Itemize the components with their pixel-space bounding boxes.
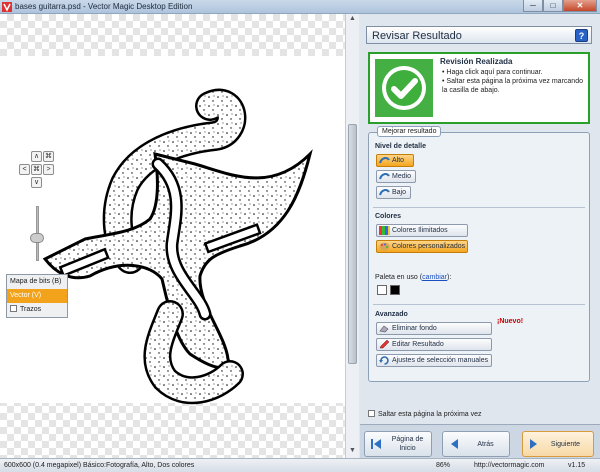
manual-segmentation-label: Ajustes de selección manuales xyxy=(392,357,489,364)
unlimited-colors-label: Colores Ilimitados xyxy=(392,227,448,234)
home-page-label: Página de Inicio xyxy=(391,436,424,452)
pan-left-button[interactable]: < xyxy=(19,164,30,175)
palette-prefix: Paleta en uso ( xyxy=(375,274,423,281)
detail-high-button[interactable]: Alto xyxy=(376,154,414,167)
center-view-button[interactable]: ⌘ xyxy=(31,164,42,175)
review-bullet: Haga click aquí para continuar. xyxy=(442,68,590,77)
status-url[interactable]: http://vectormagic.com xyxy=(474,459,544,472)
strokes-label: Trazos xyxy=(20,306,42,313)
detail-medium-icon xyxy=(379,173,390,180)
back-button[interactable]: Atrás xyxy=(442,431,510,457)
wizard-navigation: Página de Inicio Atrás Siguiente xyxy=(360,424,600,458)
strokes-toggle[interactable]: Trazos xyxy=(7,303,67,317)
strokes-checkbox[interactable] xyxy=(10,305,17,312)
detail-level-heading: Nivel de detalle xyxy=(375,143,426,150)
title-bar: bases guitarra.psd - Vector Magic Deskto… xyxy=(0,0,600,14)
pan-right-button[interactable]: > xyxy=(43,164,54,175)
zoom-slider-thumb[interactable] xyxy=(30,233,44,243)
fit-view-button[interactable]: ⌘ xyxy=(43,151,54,162)
detail-low-button[interactable]: Bajo xyxy=(376,186,411,199)
change-palette-link[interactable]: cambiar xyxy=(422,274,447,281)
detail-high-label: Alto xyxy=(392,157,405,164)
maximize-button[interactable]: □ xyxy=(543,0,563,12)
help-icon[interactable]: ? xyxy=(575,29,588,42)
pan-down-button[interactable]: ∨ xyxy=(31,177,42,188)
pencil-icon xyxy=(379,340,390,349)
review-panel: Revisar Resultado ? Revisión Realizada H… xyxy=(360,14,600,458)
guitar-vector-result xyxy=(42,88,313,405)
canvas-vertical-scrollbar[interactable]: ▲ ▼ xyxy=(345,14,359,458)
palette-in-use: Paleta en uso (cambiar): xyxy=(375,274,451,281)
scroll-up-arrow-icon[interactable]: ▲ xyxy=(348,15,357,25)
edit-result-label: Editar Resultado xyxy=(392,341,444,348)
back-label: Atrás xyxy=(477,441,494,448)
review-bullet: Saltar esta página la próxima vez marcan… xyxy=(442,77,590,95)
divider xyxy=(373,207,585,208)
window-title: bases guitarra.psd - Vector Magic Deskto… xyxy=(15,2,193,11)
rainbow-palette-icon xyxy=(379,226,390,235)
edit-result-button[interactable]: Editar Resultado xyxy=(376,338,492,351)
view-mode-selector: Mapa de bits (B) Vector (V) Trazos xyxy=(6,274,68,318)
scroll-down-arrow-icon[interactable]: ▼ xyxy=(348,447,357,457)
vector-magic-app-icon xyxy=(2,2,12,12)
review-done-box[interactable]: Revisión Realizada Haga click aquí para … xyxy=(368,52,590,124)
palette-swatch-black xyxy=(390,285,400,295)
review-heading: Revisión Realizada xyxy=(440,57,513,66)
panel-header: Revisar Resultado ? xyxy=(366,26,592,44)
pan-up-button[interactable]: ∧ xyxy=(31,151,42,162)
panel-title: Revisar Resultado xyxy=(372,30,462,42)
next-button[interactable]: Siguiente xyxy=(522,431,594,457)
view-mode-vector[interactable]: Vector (V) xyxy=(7,289,67,303)
scrollbar-thumb[interactable] xyxy=(348,124,357,364)
next-label: Siguiente xyxy=(550,441,581,448)
advanced-heading: Avanzado xyxy=(375,311,408,318)
back-arrow-icon xyxy=(451,439,458,449)
colors-heading: Colores xyxy=(375,213,402,220)
remove-background-label: Eliminar fondo xyxy=(392,325,437,332)
remove-background-button[interactable]: Eliminar fondo xyxy=(376,322,492,335)
image-canvas[interactable] xyxy=(0,14,345,458)
detail-high-icon xyxy=(379,157,390,164)
detail-low-icon xyxy=(379,189,390,196)
window-controls: ─ □ ✕ xyxy=(523,0,597,13)
palette-suffix: ): xyxy=(447,274,452,281)
skip-page-label: Saltar esta página la próxima vez xyxy=(378,411,482,418)
skip-page-checkbox[interactable] xyxy=(368,410,375,417)
custom-colors-label: Colores personalizados xyxy=(392,243,466,250)
status-image-info: 600x600 (0.4 megapixel) Básico:Fotografí… xyxy=(4,462,195,469)
home-page-button[interactable]: Página de Inicio xyxy=(364,431,432,457)
view-mode-bitmap[interactable]: Mapa de bits (B) xyxy=(7,275,67,289)
palette-swatch-white xyxy=(377,285,387,295)
divider xyxy=(373,304,585,305)
status-zoom: 86% xyxy=(436,462,451,469)
status-bar: 600x600 (0.4 megapixel) Básico:Fotografí… xyxy=(0,458,600,472)
checkmark-icon[interactable] xyxy=(375,59,433,117)
detail-medium-button[interactable]: Medio xyxy=(376,170,416,183)
new-badge: ¡Nuevo! xyxy=(497,318,524,325)
improve-result-group: Mejorar resultado Nivel de detalle Alto … xyxy=(368,126,590,382)
unlimited-colors-button[interactable]: Colores Ilimitados xyxy=(376,224,468,237)
first-page-arrow-icon xyxy=(371,439,381,449)
review-bullets: Haga click aquí para continuar. Saltar e… xyxy=(442,68,590,95)
manual-segmentation-button[interactable]: Ajustes de selección manuales xyxy=(376,354,492,367)
improve-result-title: Mejorar resultado xyxy=(377,126,442,137)
close-button[interactable]: ✕ xyxy=(563,0,597,12)
status-version: v1.15 xyxy=(568,462,586,469)
minimize-button[interactable]: ─ xyxy=(523,0,543,12)
next-arrow-icon xyxy=(530,439,537,449)
refresh-arrow-icon xyxy=(379,356,389,365)
detail-medium-label: Medio xyxy=(392,173,412,180)
custom-palette-icon xyxy=(379,242,390,251)
eraser-icon xyxy=(379,325,389,333)
custom-colors-button[interactable]: Colores personalizados xyxy=(376,240,468,253)
skip-page-option[interactable]: Saltar esta página la próxima vez xyxy=(368,410,482,418)
detail-low-label: Bajo xyxy=(392,189,407,196)
